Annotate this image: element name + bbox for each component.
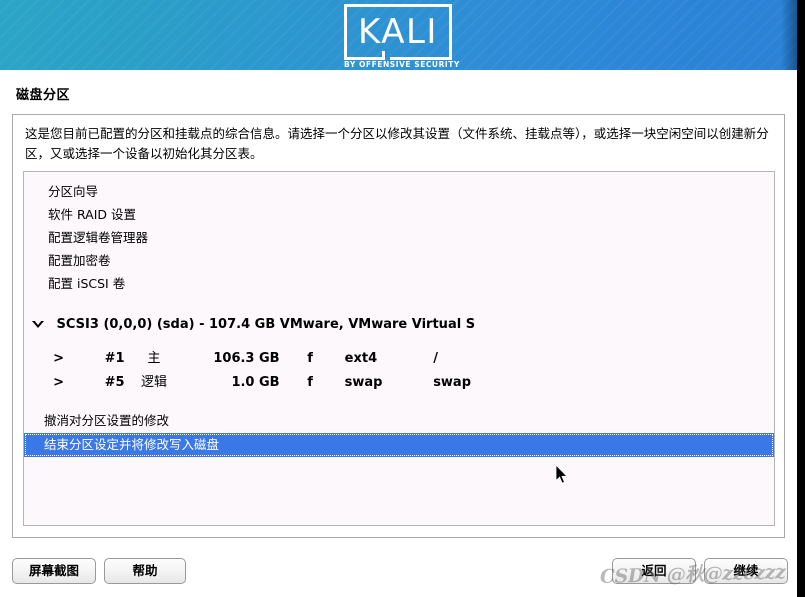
partition-arrow: > <box>53 375 64 390</box>
partition-filesystem: ext4 <box>344 351 378 366</box>
option-configure-lvm[interactable]: 配置逻辑卷管理器 <box>24 226 774 249</box>
option-label: 配置逻辑卷管理器 <box>48 230 149 245</box>
option-label: 配置加密卷 <box>48 253 111 268</box>
intro-description: 这是您目前已配置的分区和挂载点的综合信息。请选择一个分区以修改其设置（文件系统、… <box>25 126 769 161</box>
device-label: SCSI3 (0,0,0) (sda) - 107.4 GB VMware, V… <box>56 317 476 332</box>
help-button[interactable]: 帮助 <box>104 558 186 584</box>
partition-mountpoint: / <box>433 351 438 366</box>
partition-number: #5 <box>104 375 125 390</box>
table-row[interactable]: > #5 逻辑 1.0 GB f swap swap <box>24 371 774 395</box>
device-row-sda[interactable]: SCSI3 (0,0,0) (sda) - 107.4 GB VMware, V… <box>24 313 774 337</box>
kali-banner: KALI BY OFFENSIVE SECURITY <box>0 0 797 70</box>
logo-wordmark: KALI <box>358 12 438 52</box>
partition-arrow: > <box>53 351 64 366</box>
partition-flag: f <box>307 375 313 390</box>
partition-number: #1 <box>104 351 125 366</box>
banner-edge-shade <box>781 0 797 70</box>
back-button[interactable]: 返回 <box>612 558 696 584</box>
partition-type: 主 <box>147 351 161 366</box>
kali-logo: KALI BY OFFENSIVE SECURITY <box>344 4 459 69</box>
option-configure-encrypted-volumes[interactable]: 配置加密卷 <box>24 249 774 272</box>
partition-size: 1.0 GB <box>231 375 280 390</box>
action-label: 结束分区设定并将修改写入磁盘 <box>44 437 220 452</box>
partition-list[interactable]: 分区向导 软件 RAID 设置 配置逻辑卷管理器 配置加密卷 配置 iSCSI … <box>23 171 775 526</box>
action-label: 撤消对分区设置的修改 <box>44 413 170 428</box>
installer-window: KALI BY OFFENSIVE SECURITY 磁盘分区 这是您目前已配置… <box>0 0 797 597</box>
partition-size: 106.3 GB <box>213 351 280 366</box>
option-guided-partitioning[interactable]: 分区向导 <box>24 180 774 203</box>
table-row[interactable]: > #1 主 106.3 GB f ext4 / <box>24 347 774 371</box>
action-finish-partitioning[interactable]: 结束分区设定并将修改写入磁盘 <box>24 433 774 457</box>
continue-button[interactable]: 继续 <box>704 558 788 584</box>
content-panel: 这是您目前已配置的分区和挂载点的综合信息。请选择一个分区以修改其设置（文件系统、… <box>12 114 785 538</box>
option-label: 软件 RAID 设置 <box>48 207 136 222</box>
action-undo-changes[interactable]: 撤消对分区设置的修改 <box>24 409 774 433</box>
option-software-raid[interactable]: 软件 RAID 设置 <box>24 203 774 226</box>
partition-filesystem: swap <box>344 375 383 390</box>
triangle-down-icon[interactable] <box>32 319 44 328</box>
page-title: 磁盘分区 <box>16 88 71 103</box>
partition-flag: f <box>307 351 313 366</box>
right-edge-strip <box>797 0 805 597</box>
option-label: 分区向导 <box>48 184 99 199</box>
option-configure-iscsi[interactable]: 配置 iSCSI 卷 <box>24 272 774 295</box>
partition-mountpoint: swap <box>433 375 472 390</box>
logo-tagline: BY OFFENSIVE SECURITY <box>344 60 460 69</box>
option-label: 配置 iSCSI 卷 <box>48 276 126 291</box>
partition-type: 逻辑 <box>141 375 168 390</box>
screenshot-button[interactable]: 屏幕截图 <box>12 558 96 584</box>
